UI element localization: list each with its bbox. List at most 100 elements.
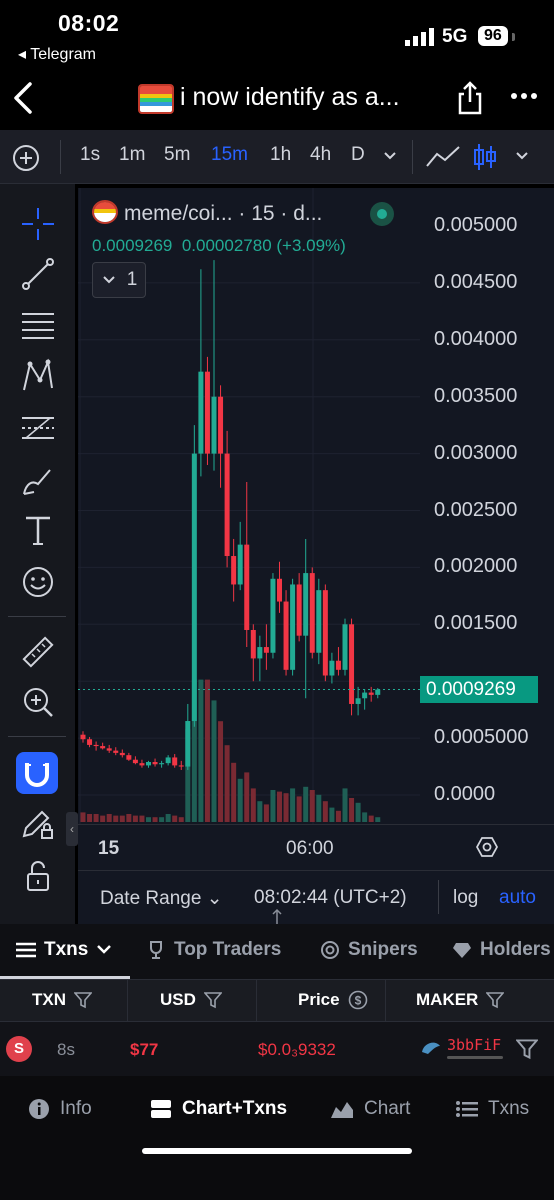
auto-scale-toggle[interactable]: auto xyxy=(499,887,536,909)
volume-bar xyxy=(218,721,224,822)
list-icon xyxy=(456,1101,478,1117)
currency-icon[interactable]: $ xyxy=(348,990,368,1010)
tab-holders[interactable]: Holders xyxy=(452,939,551,961)
candle-body xyxy=(100,746,106,749)
indicator-collapse-button[interactable]: 1 xyxy=(92,262,146,298)
nav-info[interactable]: Info xyxy=(28,1098,92,1120)
timeframe-5m[interactable]: 5m xyxy=(164,144,190,166)
tab-txns[interactable]: Txns xyxy=(16,939,112,961)
log-scale-toggle[interactable]: log xyxy=(453,887,478,909)
legend-title[interactable]: meme/coi... · 15 · d... xyxy=(124,202,322,226)
magnet-mode-toggle[interactable] xyxy=(16,752,58,794)
filter-icon[interactable] xyxy=(516,1038,538,1060)
filter-icon[interactable] xyxy=(486,991,505,1009)
timeframe-4h[interactable]: 4h xyxy=(310,144,331,166)
volume-bar xyxy=(244,772,250,822)
volume-bar xyxy=(342,788,348,822)
horizontal-lines-tool[interactable] xyxy=(18,304,58,344)
active-tab-underline xyxy=(0,976,130,979)
candle-body xyxy=(152,761,158,765)
legend-change: 0.00002780 (+3.09%) xyxy=(181,236,346,255)
volume-bar xyxy=(283,793,289,822)
ruler-tool[interactable] xyxy=(18,632,58,672)
candle-body xyxy=(290,584,296,670)
candle-body xyxy=(244,544,250,630)
timeframe-15m[interactable]: 15m xyxy=(211,144,248,166)
date-range-button[interactable]: Date Range ⌄ xyxy=(100,887,223,910)
fib-tool[interactable] xyxy=(18,408,58,448)
pattern-tool[interactable] xyxy=(18,356,58,396)
volume-bar xyxy=(355,802,361,822)
candle-body xyxy=(277,578,282,602)
lock-drawing-tool[interactable] xyxy=(18,804,58,844)
crosshair-tool[interactable] xyxy=(18,204,58,244)
price-tick: 0.002000 xyxy=(434,555,518,578)
nav-chart[interactable]: Chart xyxy=(330,1098,410,1120)
filter-icon[interactable] xyxy=(74,991,92,1009)
legend-values: 0.0009269 0.00002780 (+3.09%) xyxy=(92,236,346,256)
indicator-count: 1 xyxy=(126,269,138,290)
sell-badge: S xyxy=(6,1036,32,1062)
status-time: 08:02 xyxy=(58,10,120,36)
chart-type-dropdown-icon[interactable] xyxy=(514,150,530,162)
nav-chart-txns[interactable]: Chart+Txns xyxy=(150,1098,287,1120)
trend-line-icon xyxy=(22,258,54,290)
area-chart-icon xyxy=(331,1102,353,1118)
col-label: TXN xyxy=(32,990,66,1009)
magnet-icon xyxy=(25,763,49,787)
trend-line-tool[interactable] xyxy=(18,254,58,294)
svg-text:$: $ xyxy=(354,994,361,1008)
volume-bar xyxy=(198,679,204,822)
candle-body xyxy=(375,689,381,695)
price-tick: 0.002500 xyxy=(434,498,518,521)
candle-body xyxy=(349,624,355,704)
timeframe-d[interactable]: D xyxy=(351,144,365,166)
candle-body xyxy=(224,453,230,557)
candle-body xyxy=(355,698,361,704)
candle-body xyxy=(146,761,151,766)
col-divider xyxy=(127,980,128,1022)
signal-icon xyxy=(405,28,434,46)
emoji-tool[interactable] xyxy=(18,562,58,602)
tab-snipers[interactable]: Snipers xyxy=(320,939,418,961)
add-indicator-icon[interactable] xyxy=(12,144,40,172)
nav-label: Chart+Txns xyxy=(182,1098,288,1119)
filter-icon[interactable] xyxy=(203,991,222,1009)
whale-icon xyxy=(422,1042,440,1054)
chart-settings-icon[interactable] xyxy=(476,836,498,858)
tab-top-traders[interactable]: Top Traders xyxy=(146,939,281,961)
volume-bar xyxy=(349,798,355,822)
col-price[interactable]: Price $ xyxy=(298,990,368,1010)
chart-txns-icon xyxy=(151,1100,171,1118)
line-chart-icon[interactable] xyxy=(425,144,461,170)
back-chevron-icon[interactable] xyxy=(10,80,36,116)
col-usd[interactable]: USD xyxy=(160,990,222,1010)
col-divider xyxy=(385,980,386,1022)
timeframe-dropdown-icon[interactable] xyxy=(382,150,398,162)
tab-label: Txns xyxy=(44,939,89,960)
timeframe-1h[interactable]: 1h xyxy=(270,144,291,166)
unlock-tool[interactable] xyxy=(18,856,58,896)
txn-age: 8s xyxy=(57,1040,75,1059)
nav-txns[interactable]: Txns xyxy=(456,1098,529,1120)
back-to-app-link[interactable]: ◂ Telegram xyxy=(18,44,96,64)
volume-bar xyxy=(329,807,335,822)
sidebar-collapse-handle[interactable]: ‹ xyxy=(66,812,78,846)
candle-body xyxy=(362,692,368,699)
timeframe-1m[interactable]: 1m xyxy=(119,144,145,166)
volume-bar xyxy=(87,814,93,822)
timezone-clock[interactable]: 08:02:44 (UTC+2) xyxy=(254,887,407,909)
more-icon[interactable] xyxy=(510,86,538,106)
volume-bar xyxy=(277,791,282,822)
candles-icon[interactable] xyxy=(472,142,498,172)
col-maker[interactable]: MAKER xyxy=(416,990,505,1010)
volume-bar xyxy=(316,794,322,822)
zoom-tool[interactable] xyxy=(18,682,58,722)
maker-address[interactable]: 3bbFiF xyxy=(447,1036,501,1054)
brush-tool[interactable] xyxy=(18,460,58,500)
timeframe-1s[interactable]: 1s xyxy=(80,144,100,166)
share-icon[interactable] xyxy=(455,80,485,116)
volume-bar xyxy=(93,814,99,822)
text-tool[interactable] xyxy=(18,510,58,550)
col-txn[interactable]: TXN xyxy=(32,990,92,1010)
